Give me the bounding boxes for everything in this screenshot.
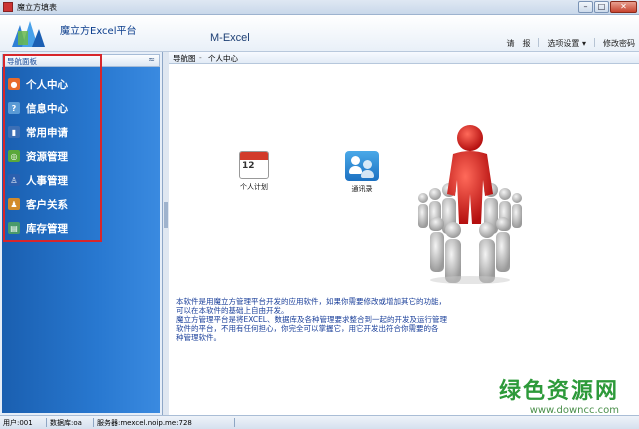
- sidebar-item-label: 库存管理: [26, 222, 68, 235]
- contacts-icon: [345, 151, 379, 181]
- sidebar-item-customer-relations[interactable]: ♟ 客户关系: [8, 194, 68, 214]
- site-watermark: 绿色资源网 www.downcc.com: [499, 373, 619, 416]
- title-bar: 魔立方填表 – □ ✕: [0, 0, 639, 15]
- sidebar-item-label: 人事管理: [26, 174, 68, 187]
- user-icon: ♙: [8, 174, 20, 186]
- info-line: 软件的平台，不用有任何担心，你完全可以掌握它，用它开发出符合你需要的各: [176, 324, 439, 333]
- sidebar-item-label: 客户关系: [26, 198, 68, 211]
- info-line: 魔立方管理平台是将EXCEL、数据库及各种管理要求整合到一起的开发及运行管理: [176, 315, 447, 324]
- sidebar-item-common-requests[interactable]: ▮ 常用申请: [8, 122, 68, 142]
- app-header: 魔立方Excel平台 M-Excel 请 报 选项设置 ▾ 修改密码: [0, 15, 639, 52]
- status-user: 用户:001: [3, 419, 33, 427]
- sidebar-item-personal-center[interactable]: ● 个人中心: [8, 74, 68, 94]
- change-password-link[interactable]: 修改密码: [603, 38, 635, 49]
- sidebar: 导航面板 ≈ ● 个人中心 ? 信息中心 ▮ 常用申请 ◎ 资源管理 ♙ 人事管…: [0, 52, 163, 415]
- person-icon: ●: [8, 78, 20, 90]
- app-name: 魔立方Excel平台: [60, 26, 137, 37]
- collapse-icon[interactable]: ≈: [148, 55, 155, 64]
- inventory-icon: ▤: [8, 222, 20, 234]
- status-database: 数据库:oa: [50, 419, 82, 427]
- calendar-icon: 12: [239, 151, 269, 179]
- header-link-1[interactable]: 请: [506, 38, 514, 49]
- status-divider: [93, 418, 94, 427]
- maximize-button[interactable]: □: [594, 1, 609, 13]
- resource-icon: ◎: [8, 150, 20, 162]
- tile-label: 通讯录: [351, 185, 373, 193]
- watermark-brand: 绿色资源网: [498, 379, 619, 404]
- nav-panel-title: 导航面板: [7, 57, 37, 66]
- question-icon: ?: [8, 102, 20, 114]
- status-divider: [46, 418, 47, 427]
- status-server: 服务器:mexcel.noip.me:728: [97, 419, 192, 427]
- sidebar-item-inventory-management[interactable]: ▤ 库存管理: [8, 218, 68, 238]
- minimize-button[interactable]: –: [578, 1, 593, 13]
- tile-personal-plan[interactable]: 12 个人计划: [239, 151, 269, 192]
- product-name: M-Excel: [210, 32, 250, 44]
- bar-chart-icon: ▮: [8, 126, 20, 138]
- close-button[interactable]: ✕: [610, 1, 637, 13]
- people-icon: ♟: [8, 198, 20, 210]
- status-bar: 用户:001 数据库:oa 服务器:mexcel.noip.me:728: [0, 415, 639, 429]
- sidebar-item-label: 信息中心: [26, 102, 68, 115]
- window-controls: – □ ✕: [578, 1, 637, 13]
- tile-label: 个人计划: [240, 183, 268, 191]
- nav-panel-header: 导航面板 ≈: [2, 54, 160, 67]
- header-link-2[interactable]: 报: [522, 38, 530, 49]
- sidebar-item-resource-management[interactable]: ◎ 资源管理: [8, 146, 68, 166]
- leader-crowd-illustration: [418, 125, 522, 284]
- window-title: 魔立方填表: [17, 3, 57, 12]
- breadcrumb-root[interactable]: 导航图: [173, 53, 196, 64]
- status-divider: [234, 418, 235, 427]
- link-divider: [538, 38, 540, 47]
- header-links: 请 报 选项设置 ▾ 修改密码: [506, 38, 635, 49]
- info-line: 本软件是用魔立方管理平台开发的应用软件，如果你需要修改或增加其它的功能，: [176, 297, 446, 306]
- info-line: 种管理软件。: [176, 333, 221, 342]
- sidebar-item-label: 资源管理: [26, 150, 68, 163]
- sidebar-item-info-center[interactable]: ? 信息中心: [8, 98, 68, 118]
- app-icon: [3, 2, 13, 12]
- sidebar-item-label: 常用申请: [26, 126, 68, 139]
- info-text: 本软件是用魔立方管理平台开发的应用软件，如果你需要修改或增加其它的功能， 可以在…: [176, 297, 516, 342]
- mexcel-logo: [12, 21, 45, 47]
- calendar-day: 12: [242, 161, 255, 171]
- sidebar-item-label: 个人中心: [26, 78, 68, 91]
- main-content: 12 个人计划 通讯录: [169, 64, 639, 415]
- splitter-grip[interactable]: [164, 202, 168, 228]
- tile-contacts[interactable]: 通讯录: [345, 151, 379, 194]
- breadcrumb: 导航图 - 个人中心: [169, 52, 639, 64]
- breadcrumb-separator: -: [199, 53, 202, 62]
- options-menu[interactable]: 选项设置 ▾: [547, 38, 586, 49]
- info-line: 可以在本软件的基础上自由开发。: [176, 306, 289, 315]
- link-divider: [594, 38, 595, 47]
- breadcrumb-current: 个人中心: [208, 54, 238, 63]
- nav-panel-body: ● 个人中心 ? 信息中心 ▮ 常用申请 ◎ 资源管理 ♙ 人事管理 ♟ 客户关…: [2, 67, 160, 413]
- sidebar-item-hr-management[interactable]: ♙ 人事管理: [8, 170, 68, 190]
